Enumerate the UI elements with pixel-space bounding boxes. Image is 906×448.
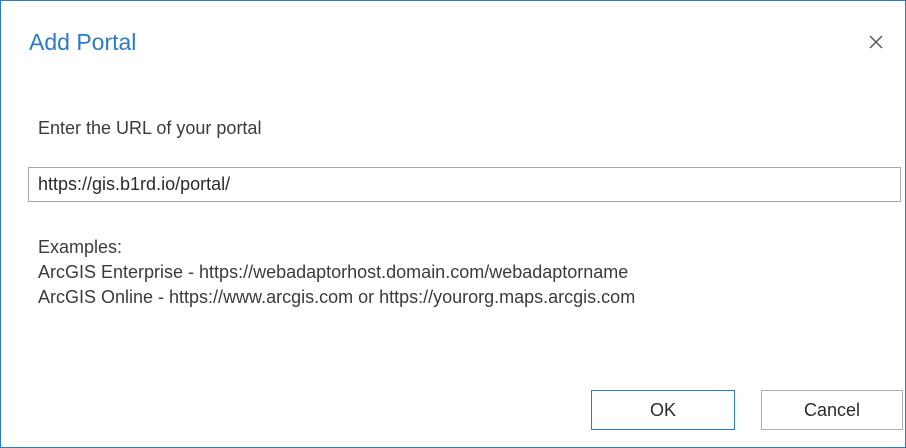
ok-button[interactable]: OK: [591, 390, 735, 430]
example-enterprise: ArcGIS Enterprise - https://webadaptorho…: [38, 262, 629, 282]
examples-block: Examples: ArcGIS Enterprise - https://we…: [38, 235, 635, 310]
example-online: ArcGIS Online - https://www.arcgis.com o…: [38, 287, 636, 307]
examples-heading: Examples:: [38, 237, 123, 257]
close-icon: [869, 35, 883, 49]
cancel-button[interactable]: Cancel: [761, 390, 903, 430]
close-button[interactable]: [861, 27, 891, 57]
url-prompt-label: Enter the URL of your portal: [38, 118, 262, 138]
dialog-title: Add Portal: [29, 29, 137, 55]
portal-url-input[interactable]: [28, 167, 901, 202]
add-portal-dialog: Add Portal Enter the URL of your portal …: [0, 0, 906, 448]
